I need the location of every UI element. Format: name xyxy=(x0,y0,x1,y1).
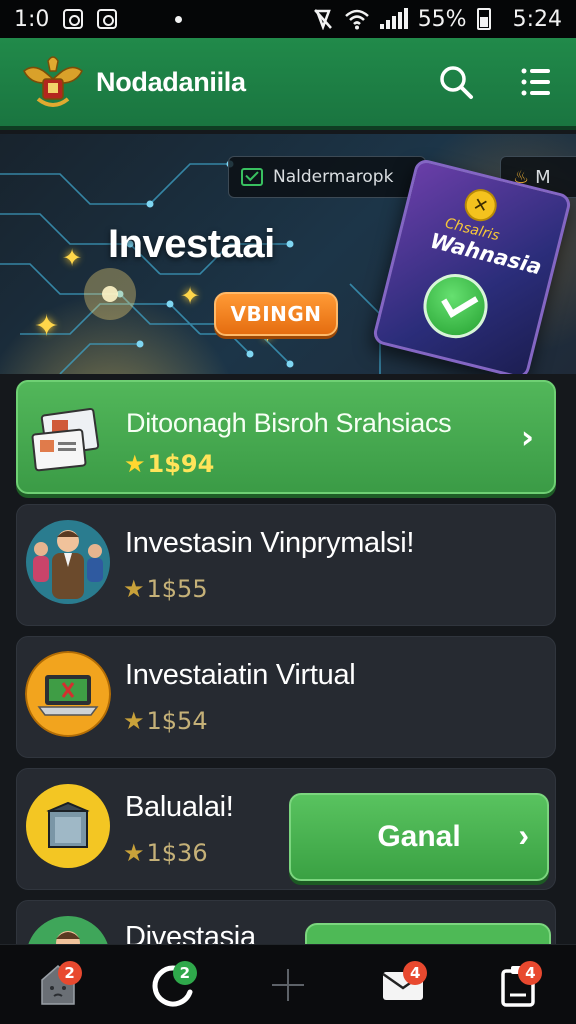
laptop-icon xyxy=(25,651,111,737)
list-item-price: ★ 1$94 xyxy=(124,450,214,478)
list-item-price: ★ 1$36 xyxy=(123,839,208,867)
star-icon: ★ xyxy=(123,839,145,867)
notification-dot-icon xyxy=(175,15,183,23)
status-time-right: 5:24 xyxy=(512,6,562,32)
bottom-nav: 2 2 4 4 xyxy=(0,944,576,1024)
battery-icon xyxy=(476,8,491,30)
list-item-title: Investaiatin Virtual xyxy=(125,659,356,691)
banner-cta-button[interactable]: VBINGN xyxy=(214,292,338,336)
price-value: 1$36 xyxy=(146,839,208,867)
box-icon xyxy=(26,784,110,868)
gallery-notification-icon xyxy=(97,9,118,29)
signal-icon xyxy=(379,8,408,29)
list-item-title: Investasin Vinprymalsi! xyxy=(125,527,415,559)
banner-chip2-label: M xyxy=(535,166,551,188)
promo-banner[interactable]: ✦ ✦ ✦ ✦ Naldermaropk ♨ M Investaai VBING… xyxy=(0,134,576,374)
star-icon: ★ xyxy=(123,575,145,603)
banner-title: Investaai xyxy=(108,222,275,266)
documents-icon xyxy=(31,407,100,472)
notification-badge: 4 xyxy=(403,960,428,985)
list-item-title: Balualai! xyxy=(125,791,234,823)
list-item[interactable]: Ditoonagh Bisroh Srahsiacs ★ 1$94 › xyxy=(16,380,556,494)
notification-badge: 2 xyxy=(172,960,197,985)
price-value: 1$55 xyxy=(146,575,208,603)
sparkle-icon: ✦ xyxy=(34,309,60,344)
price-value: 1$94 xyxy=(147,450,215,478)
list-item[interactable]: Investaiatin Virtual ★ 1$54 xyxy=(16,636,556,758)
wifi-icon xyxy=(344,9,369,30)
sparkle-icon: ✦ xyxy=(180,282,201,310)
app-screen: 1:0 55% 5:24 Nodadaniila ✦ ✦ ✦ ✦ Nalderm… xyxy=(0,0,576,1024)
banner-chip-label: Naldermaropk xyxy=(273,167,394,187)
list-item[interactable]: Investasin Vinprymalsi! ★ 1$55 xyxy=(16,504,556,626)
garuda-logo-icon[interactable] xyxy=(20,49,86,115)
nav-home[interactable]: 2 xyxy=(28,955,88,1015)
status-time-left: 1:0 xyxy=(14,6,50,32)
checkmark-icon xyxy=(416,267,495,345)
ganal-button[interactable]: Ganal › xyxy=(289,793,549,881)
sparkle-icon: ✦ xyxy=(62,244,83,272)
investment-list: Ditoonagh Bisroh Srahsiacs ★ 1$94 › Inve… xyxy=(16,380,556,970)
star-icon: ★ xyxy=(124,450,146,478)
app-title: Nodadaniila xyxy=(96,66,246,97)
nav-messages[interactable]: 4 xyxy=(373,955,433,1015)
coin-icon: ✕ xyxy=(461,185,501,225)
menu-button[interactable] xyxy=(516,62,556,102)
battery-percent: 55% xyxy=(417,6,467,32)
banner-chip[interactable]: Naldermaropk xyxy=(228,156,426,198)
app-header: Nodadaniila xyxy=(0,38,576,130)
add-icon xyxy=(271,968,304,1001)
search-icon xyxy=(440,66,473,99)
menu-icon xyxy=(521,68,550,96)
nav-tasks[interactable]: 4 xyxy=(488,955,548,1015)
camera-notification-icon xyxy=(63,9,84,29)
nav-add[interactable] xyxy=(258,955,318,1015)
notification-badge: 4 xyxy=(518,960,543,985)
notification-badge: 2 xyxy=(57,960,82,985)
star-icon: ★ xyxy=(123,707,145,735)
chevron-right-icon: › xyxy=(518,817,529,853)
check-mail-icon xyxy=(241,168,263,186)
search-button[interactable] xyxy=(436,62,476,102)
price-value: 1$54 xyxy=(146,707,208,735)
nav-refresh[interactable]: 2 xyxy=(143,955,203,1015)
ganal-button-label: Ganal xyxy=(377,820,461,853)
list-item-title: Ditoonagh Bisroh Srahsiacs xyxy=(126,408,452,438)
chevron-right-icon: › xyxy=(520,418,534,456)
status-bar: 1:0 55% 5:24 xyxy=(0,0,576,38)
list-item-price: ★ 1$54 xyxy=(123,707,208,735)
list-item[interactable]: Balualai! ★ 1$36 Ganal › xyxy=(16,768,556,890)
mute-icon xyxy=(313,9,332,30)
investors-icon xyxy=(26,520,110,604)
list-item-price: ★ 1$55 xyxy=(123,575,208,603)
